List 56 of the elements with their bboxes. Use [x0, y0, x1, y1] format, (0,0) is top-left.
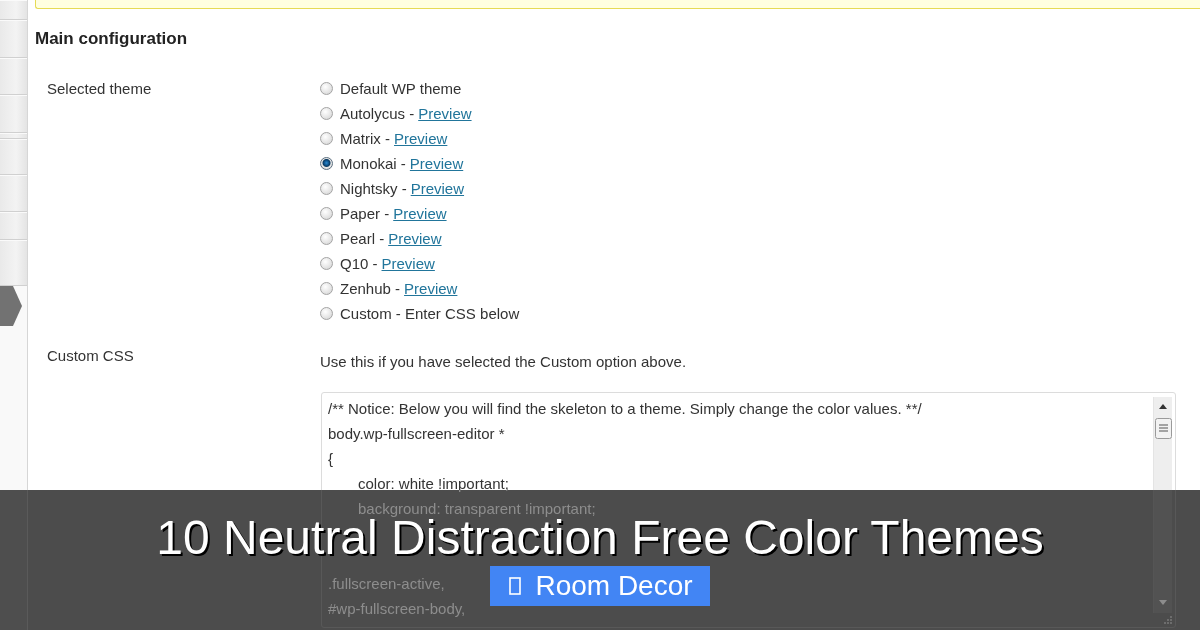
sidebar-menu-item[interactable]	[0, 133, 27, 139]
sidebar-menu-item[interactable]	[0, 58, 27, 95]
preview-link[interactable]: Preview	[393, 205, 447, 222]
preview-link[interactable]: Preview	[409, 155, 464, 172]
scroll-up-arrow-icon[interactable]	[1159, 404, 1167, 409]
preview-link[interactable]: Preview	[404, 280, 458, 297]
radio-button[interactable]	[320, 157, 333, 170]
radio-button[interactable]	[320, 107, 333, 120]
code-line: /** Notice: Below you will find the skeleton to a theme. Simply change the color values. **/	[328, 400, 922, 417]
radio-button[interactable]	[320, 207, 333, 220]
field-description: Use this if you have selected the Custom option above.	[320, 352, 687, 372]
sidebar-menu-item[interactable]	[0, 0, 27, 20]
resize-grip-icon[interactable]	[1164, 616, 1172, 624]
category-button[interactable]: Room Decor	[490, 566, 710, 606]
radio-button[interactable]	[320, 282, 333, 295]
option-label[interactable]: Zenhub -	[340, 280, 401, 297]
sidebar-menu-item[interactable]	[0, 95, 27, 133]
sidebar-menu-item[interactable]	[0, 212, 27, 240]
sidebar-menu-item[interactable]	[0, 20, 27, 58]
preview-link[interactable]: Preview	[381, 255, 435, 272]
preview-link[interactable]: Preview	[394, 130, 448, 147]
option-label[interactable]: Monokai -	[340, 155, 406, 172]
radio-button[interactable]	[320, 307, 333, 320]
field-label: Custom CSS	[47, 347, 134, 364]
square-outline-icon	[509, 577, 522, 595]
preview-link[interactable]: Preview	[388, 230, 442, 247]
section-heading: Main configuration	[35, 29, 188, 49]
preview-link[interactable]: Preview	[410, 180, 465, 197]
option-label[interactable]: Nightsky -	[340, 180, 407, 197]
scroll-down-arrow-icon[interactable]	[1159, 600, 1167, 605]
option-label[interactable]: Default WP theme	[340, 80, 462, 97]
option-label[interactable]: Matrix -	[340, 130, 390, 147]
pointer-arrow-icon	[0, 286, 22, 326]
preview-link[interactable]: Preview	[418, 105, 472, 122]
option-label[interactable]: Pearl -	[340, 230, 385, 247]
code-line: color: white !important;	[358, 475, 509, 492]
radio-button[interactable]	[320, 232, 333, 245]
sidebar-menu-item[interactable]	[0, 240, 27, 286]
radio-button[interactable]	[320, 132, 333, 145]
field-label: Selected theme	[47, 80, 152, 97]
option-label[interactable]: Autolycus -	[340, 105, 415, 122]
option-label[interactable]: Custom - Enter CSS below	[340, 305, 520, 322]
radio-button[interactable]	[320, 182, 333, 195]
code-line: #wp-fullscreen-body,	[328, 600, 466, 617]
code-line: .fullscreen-active,	[328, 575, 445, 592]
banner-title: 10 Neutral Distraction Free Color Themes	[156, 518, 1044, 558]
code-line: {	[328, 450, 333, 467]
option-label[interactable]: Paper -	[340, 205, 390, 222]
code-line: body.wp-fullscreen-editor *	[328, 425, 505, 442]
code-line: background: transparent !important;	[358, 500, 596, 517]
option-label[interactable]: Q10 -	[340, 255, 378, 272]
radio-button[interactable]	[320, 82, 333, 95]
sidebar-menu-item[interactable]	[0, 139, 27, 175]
scrollbar-thumb[interactable]	[1154, 418, 1172, 439]
radio-button[interactable]	[320, 257, 333, 270]
sidebar-menu-item[interactable]	[0, 175, 27, 212]
